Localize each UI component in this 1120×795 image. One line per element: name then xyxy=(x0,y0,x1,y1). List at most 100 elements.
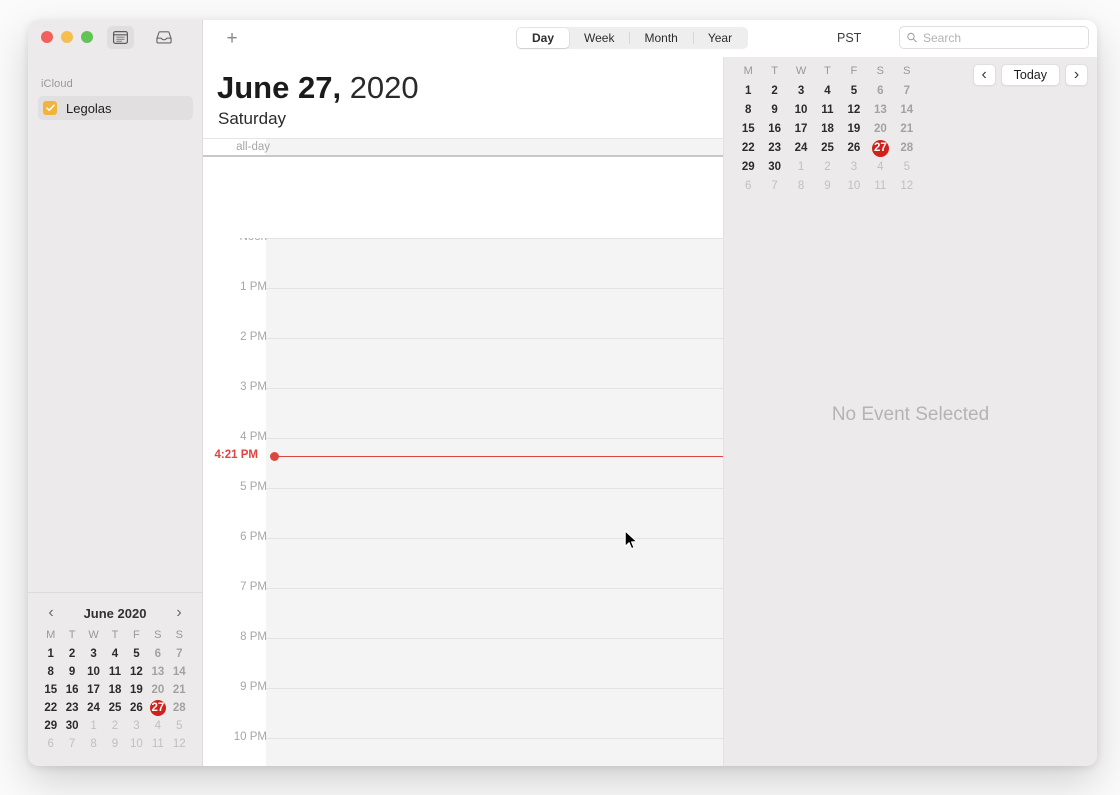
tab-week[interactable]: Week xyxy=(569,28,629,48)
day-cell[interactable]: 28 xyxy=(169,700,190,716)
day-cell[interactable]: 16 xyxy=(761,121,787,138)
time-grid[interactable]: Noon 1 PM 2 PM 3 PM 4 PM 5 PM 6 PM 7 PM 8 PM 9 PM… xyxy=(203,238,723,766)
day-cell[interactable]: 4 xyxy=(104,646,125,662)
day-cell[interactable]: 5 xyxy=(841,83,867,100)
day-cell[interactable]: 20 xyxy=(147,682,168,698)
day-cell[interactable]: 22 xyxy=(40,700,61,716)
day-cell[interactable]: 15 xyxy=(735,121,761,138)
today-button[interactable]: Today xyxy=(1000,64,1060,86)
day-cell[interactable]: 3 xyxy=(126,718,147,734)
all-day-slot[interactable] xyxy=(266,139,723,155)
day-cell[interactable]: 4 xyxy=(814,83,840,100)
day-cell[interactable]: 30 xyxy=(761,159,787,176)
day-cell[interactable]: 9 xyxy=(761,102,787,119)
day-cell[interactable]: 12 xyxy=(169,736,190,752)
view-switcher[interactable]: Day Week Month Year xyxy=(516,27,749,49)
day-cell[interactable]: 22 xyxy=(735,140,761,157)
day-cell[interactable]: 25 xyxy=(104,700,125,716)
day-cell[interactable]: 21 xyxy=(894,121,920,138)
day-cell[interactable]: 7 xyxy=(894,83,920,100)
day-cell[interactable]: 3 xyxy=(788,83,814,100)
day-cell[interactable]: 16 xyxy=(61,682,82,698)
day-cell[interactable]: 9 xyxy=(814,178,840,195)
day-cell[interactable]: 10 xyxy=(126,736,147,752)
day-cell[interactable]: 5 xyxy=(126,646,147,662)
inspector-mini-calendar-grid[interactable]: M T W T F S S 1 2 3 4 5 6 7 8 9 10 11 12 13 14 15 16 17 18 19 20 21… xyxy=(735,65,920,195)
day-cell[interactable]: 3 xyxy=(83,646,104,662)
calendar-list-icon[interactable] xyxy=(107,26,134,49)
day-cell[interactable]: 28 xyxy=(894,140,920,157)
day-cell[interactable]: 29 xyxy=(40,718,61,734)
day-cell[interactable]: 6 xyxy=(735,178,761,195)
day-cell[interactable]: 13 xyxy=(147,664,168,680)
day-cell[interactable]: 9 xyxy=(61,664,82,680)
time-grid-scroll[interactable]: Noon 1 PM 2 PM 3 PM 4 PM 5 PM 6 PM 7 PM 8 PM 9 PM… xyxy=(203,238,723,766)
day-cell[interactable]: 10 xyxy=(83,664,104,680)
day-cell[interactable]: 24 xyxy=(788,140,814,157)
day-cell[interactable]: 11 xyxy=(104,664,125,680)
day-cell[interactable]: 23 xyxy=(761,140,787,157)
day-cell[interactable]: 6 xyxy=(40,736,61,752)
day-cell[interactable]: 8 xyxy=(83,736,104,752)
day-cell[interactable]: 13 xyxy=(867,102,893,119)
day-cell[interactable]: 12 xyxy=(126,664,147,680)
day-cell[interactable]: 1 xyxy=(788,159,814,176)
day-cell[interactable]: 19 xyxy=(126,682,147,698)
day-cell[interactable]: 9 xyxy=(104,736,125,752)
day-cell[interactable]: 2 xyxy=(104,718,125,734)
day-cell[interactable]: 30 xyxy=(61,718,82,734)
close-window-button[interactable] xyxy=(41,31,53,43)
day-cell[interactable]: 6 xyxy=(867,83,893,100)
day-cell[interactable]: 5 xyxy=(169,718,190,734)
day-cell[interactable]: 18 xyxy=(814,121,840,138)
day-cell[interactable]: 6 xyxy=(147,646,168,662)
day-cell[interactable]: 1 xyxy=(40,646,61,662)
day-cell[interactable]: 4 xyxy=(147,718,168,734)
zoom-window-button[interactable] xyxy=(81,31,93,43)
day-cell[interactable]: 11 xyxy=(147,736,168,752)
day-cell[interactable]: 4 xyxy=(867,159,893,176)
day-cell[interactable]: 17 xyxy=(788,121,814,138)
day-cell[interactable]: 12 xyxy=(894,178,920,195)
day-cell[interactable]: 1 xyxy=(83,718,104,734)
day-cell[interactable]: 12 xyxy=(841,102,867,119)
day-cell[interactable]: 8 xyxy=(40,664,61,680)
day-cell[interactable]: 14 xyxy=(169,664,190,680)
day-cell[interactable]: 18 xyxy=(104,682,125,698)
day-cell[interactable]: 17 xyxy=(83,682,104,698)
events-column[interactable] xyxy=(266,238,723,766)
day-cell[interactable]: 11 xyxy=(814,102,840,119)
day-cell[interactable]: 2 xyxy=(761,83,787,100)
day-cell[interactable]: 14 xyxy=(894,102,920,119)
day-cell[interactable]: 19 xyxy=(841,121,867,138)
next-day-button[interactable]: › xyxy=(1065,64,1088,86)
next-month-icon[interactable]: › xyxy=(172,604,186,621)
day-cell[interactable]: 7 xyxy=(61,736,82,752)
tab-month[interactable]: Month xyxy=(629,28,692,48)
previous-day-button[interactable]: ‹ xyxy=(972,64,996,86)
tab-day[interactable]: Day xyxy=(517,28,570,48)
day-cell[interactable]: 3 xyxy=(841,159,867,176)
day-cell[interactable]: 15 xyxy=(40,682,61,698)
day-cell[interactable]: 7 xyxy=(761,178,787,195)
day-cell[interactable]: 11 xyxy=(867,178,893,195)
day-cell[interactable]: 2 xyxy=(814,159,840,176)
search-field[interactable] xyxy=(899,26,1089,49)
day-cell[interactable]: 10 xyxy=(841,178,867,195)
sidebar-item-legolas[interactable]: Legolas xyxy=(38,96,193,120)
day-cell[interactable]: 8 xyxy=(735,102,761,119)
day-cell[interactable]: 1 xyxy=(735,83,761,100)
inbox-icon[interactable] xyxy=(150,26,177,49)
day-cell[interactable]: 2 xyxy=(61,646,82,662)
tab-year[interactable]: Year xyxy=(692,28,747,48)
day-cell[interactable]: 25 xyxy=(814,140,840,157)
day-cell[interactable]: 5 xyxy=(894,159,920,176)
day-cell[interactable]: 23 xyxy=(61,700,82,716)
add-event-button[interactable]: + xyxy=(219,26,245,50)
day-cell-today[interactable]: 27 xyxy=(867,140,893,157)
day-cell[interactable]: 26 xyxy=(841,140,867,157)
mini-calendar-grid[interactable]: M T W T F S S 1 2 3 4 5 6 7 8 9 10 11 12 13 14 15 16 17 18 19 20 21… xyxy=(40,629,190,752)
day-cell[interactable]: 29 xyxy=(735,159,761,176)
day-cell[interactable]: 21 xyxy=(169,682,190,698)
day-cell[interactable]: 20 xyxy=(867,121,893,138)
